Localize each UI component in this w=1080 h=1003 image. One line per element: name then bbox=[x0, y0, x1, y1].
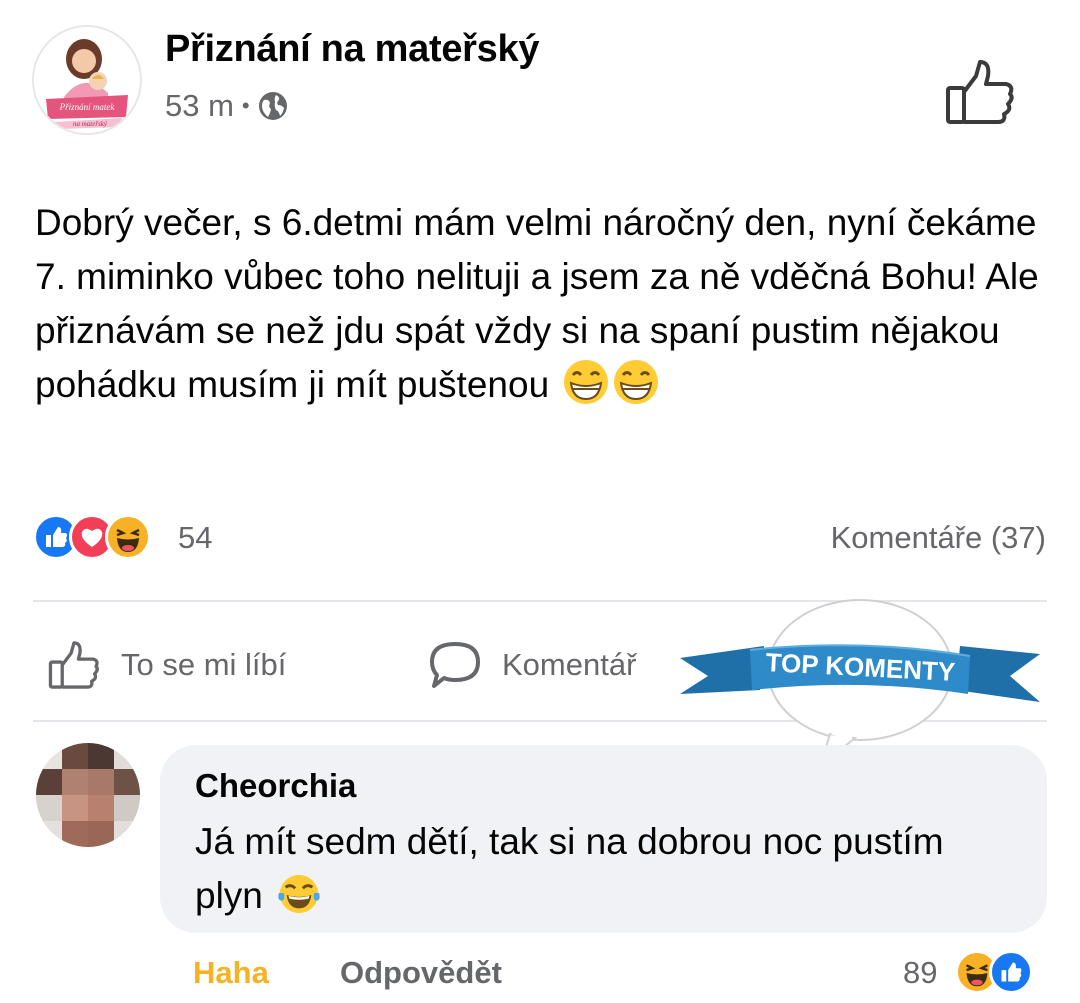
post-body: Dobrý večer, s 6.detmi mám velmi náročný… bbox=[35, 202, 1039, 405]
haha-reaction-icon bbox=[105, 514, 151, 560]
comment-reaction-count[interactable]: 89 bbox=[903, 955, 937, 991]
like-label: To se mi líbí bbox=[121, 647, 287, 682]
commenter-avatar[interactable] bbox=[36, 743, 140, 847]
post-meta: 53 m • bbox=[165, 88, 288, 124]
comment-reaction-icons[interactable] bbox=[955, 950, 1033, 994]
reaction-count[interactable]: 54 bbox=[178, 520, 212, 556]
logo-text: na mateřský bbox=[73, 120, 108, 128]
post-time[interactable]: 53 m bbox=[165, 88, 234, 124]
like-button[interactable]: To se mi líbí bbox=[47, 640, 286, 690]
comment-icon bbox=[430, 642, 480, 688]
tears-of-joy-icon bbox=[278, 874, 320, 914]
comment-label: Komentář bbox=[502, 647, 637, 682]
post-text: Dobrý večer, s 6.detmi mám velmi náročný… bbox=[35, 196, 1050, 412]
grinning-face-icon bbox=[564, 360, 609, 404]
meta-separator: • bbox=[241, 93, 250, 118]
haha-reaction-button[interactable]: Haha bbox=[193, 955, 269, 991]
commenter-name[interactable]: Cheorchia bbox=[195, 767, 356, 805]
logo-text: Přiznání matek bbox=[59, 102, 116, 112]
like-icon bbox=[48, 641, 99, 689]
page-avatar[interactable]: Přiznání matek na mateřský bbox=[32, 25, 142, 135]
like-reaction-icon bbox=[989, 950, 1033, 994]
page-title[interactable]: Přiznání na mateřský bbox=[165, 28, 539, 71]
reaction-icons[interactable] bbox=[33, 514, 151, 560]
like-icon[interactable] bbox=[944, 58, 1016, 126]
globe-icon bbox=[258, 92, 287, 120]
reply-button[interactable]: Odpovědět bbox=[340, 955, 502, 991]
comment-text: Já mít sedm dětí, tak si na dobrou noc p… bbox=[195, 815, 1015, 923]
grinning-face-icon bbox=[614, 360, 659, 404]
comment-button[interactable]: Komentář bbox=[428, 640, 636, 690]
comments-count[interactable]: Komentáře (37) bbox=[831, 520, 1046, 556]
